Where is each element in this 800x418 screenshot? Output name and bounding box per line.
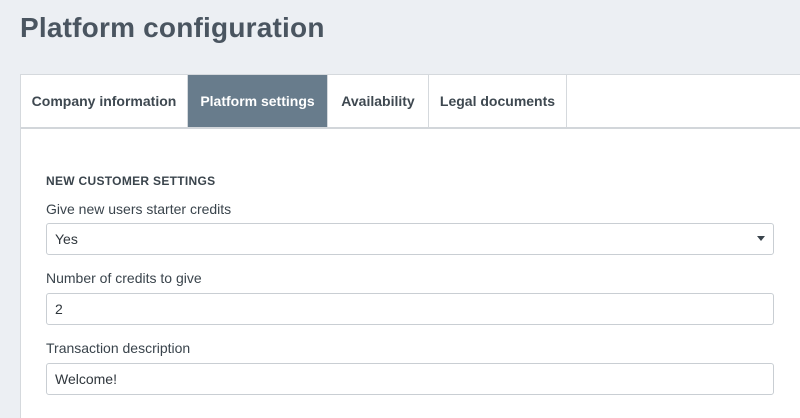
credit-count-input[interactable] [46,293,774,325]
transaction-description-label: Transaction description [46,340,191,356]
tab-bar: Company information Platform settings Av… [21,75,800,129]
starter-credits-selected-value: Yes [55,231,78,247]
settings-card: Company information Platform settings Av… [20,74,800,418]
tab-platform-settings[interactable]: Platform settings [188,75,328,127]
page-title: Platform configuration [20,12,325,43]
starter-credits-select[interactable]: Yes [46,223,774,255]
tab-company-information[interactable]: Company information [21,75,188,127]
section-heading-new-customer-settings: NEW CUSTOMER SETTINGS [46,174,216,188]
chevron-down-icon [757,236,765,241]
transaction-description-input[interactable] [46,363,774,395]
credit-count-label: Number of credits to give [46,270,202,286]
tab-availability[interactable]: Availability [328,75,429,127]
tab-legal-documents[interactable]: Legal documents [429,75,567,127]
starter-credits-label: Give new users starter credits [46,201,232,217]
